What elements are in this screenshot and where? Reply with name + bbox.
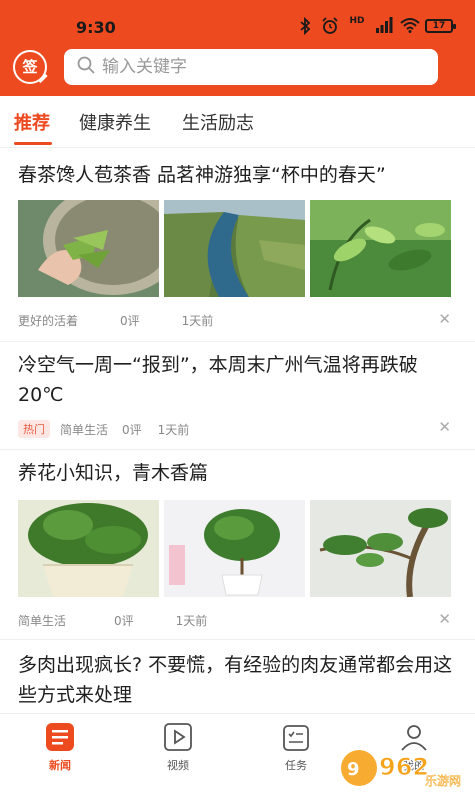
svg-text:962: 962	[379, 753, 429, 781]
nav-label: 视频	[167, 759, 189, 772]
article-source: 更好的活着	[18, 314, 79, 328]
article-image[interactable]	[310, 500, 451, 597]
battery-icon: 17	[425, 19, 456, 33]
search-icon	[76, 55, 96, 79]
article-image[interactable]	[310, 200, 451, 297]
nav-task[interactable]: 任务	[266, 722, 326, 773]
post-time: 1天前	[157, 422, 190, 437]
article-source: 简单生活	[18, 614, 67, 628]
svg-text:.cn: .cn	[431, 757, 448, 770]
nav-video[interactable]: 视频	[148, 722, 208, 773]
article-item[interactable]: 养花小知识，青木香篇 简单生活 0评 1天前 ✕	[0, 450, 475, 640]
post-time: 1天前	[181, 314, 214, 328]
search-input[interactable]	[102, 57, 422, 77]
article-meta: 更好的活着 0评 1天前	[18, 312, 213, 329]
tab-life[interactable]: 生活励志	[182, 109, 254, 135]
video-icon	[164, 723, 192, 751]
post-time: 1天前	[175, 614, 208, 628]
article-item[interactable]: 多肉出现疯长? 不要慌，有经验的肉友通常都会用这些方式来处理	[0, 640, 475, 713]
article-thumbnails	[18, 500, 451, 597]
watermark-logo: 9 962 .cn 乐游网	[339, 745, 469, 791]
tab-recommend[interactable]: 推荐	[14, 109, 50, 135]
article-title[interactable]: 春茶馋人苞茶香 品茗神游独享“杯中的春天”	[18, 160, 458, 190]
article-image[interactable]	[164, 200, 305, 297]
comment-count: 0评	[114, 614, 134, 628]
article-image[interactable]	[18, 200, 159, 297]
alarm-icon	[321, 17, 339, 35]
hot-badge: 热门	[18, 420, 50, 438]
article-meta: 热门 简单生活 0评 1天前	[18, 420, 189, 438]
article-image[interactable]	[164, 500, 305, 597]
status-time: 9:30	[76, 18, 116, 37]
status-icons: HD 17	[296, 16, 456, 36]
network-type-label: HD	[349, 16, 365, 26]
dismiss-close-icon[interactable]: ✕	[438, 310, 451, 328]
search-bar[interactable]	[64, 49, 438, 85]
category-tabs: 推荐 健康养生 生活励志	[0, 96, 475, 148]
article-title[interactable]: 冷空气一周一“报到”，本周末广州气温将再跌破20℃	[18, 350, 458, 410]
tab-health[interactable]: 健康养生	[79, 109, 151, 135]
nav-label: 任务	[285, 759, 307, 772]
app-logo-icon[interactable]: 签	[13, 50, 48, 84]
logo-char: 签	[22, 58, 38, 76]
app-header: 9:30 HD 17 签	[0, 0, 475, 96]
status-bar: 9:30 HD 17	[0, 0, 475, 44]
article-source: 简单生活	[60, 422, 109, 437]
article-item[interactable]: 春茶馋人苞茶香 品茗神游独享“杯中的春天” 更好的活着 0评 1天前 ✕	[0, 150, 475, 342]
svg-text:乐游网: 乐游网	[425, 774, 461, 788]
comment-count: 0评	[120, 314, 140, 328]
task-icon	[283, 725, 309, 751]
nav-label: 新闻	[49, 759, 71, 772]
article-image[interactable]	[18, 500, 159, 597]
tab-active-indicator	[14, 142, 52, 145]
svg-text:9: 9	[347, 759, 360, 780]
signal-icon	[375, 17, 393, 35]
bluetooth-icon	[296, 16, 314, 36]
comment-count: 0评	[122, 422, 142, 437]
news-icon	[46, 723, 74, 751]
wifi-icon	[400, 17, 420, 35]
dismiss-close-icon[interactable]: ✕	[438, 418, 451, 436]
article-item[interactable]: 冷空气一周一“报到”，本周末广州气温将再跌破20℃ 热门 简单生活 0评 1天前…	[0, 342, 475, 450]
dismiss-close-icon[interactable]: ✕	[438, 610, 451, 628]
article-thumbnails	[18, 200, 451, 297]
article-meta: 简单生活 0评 1天前	[18, 612, 207, 629]
nav-news[interactable]: 新闻	[30, 722, 90, 773]
article-title[interactable]: 养花小知识，青木香篇	[18, 458, 458, 488]
pen-mark	[38, 73, 48, 84]
article-title[interactable]: 多肉出现疯长? 不要慌，有经验的肉友通常都会用这些方式来处理	[18, 650, 458, 710]
